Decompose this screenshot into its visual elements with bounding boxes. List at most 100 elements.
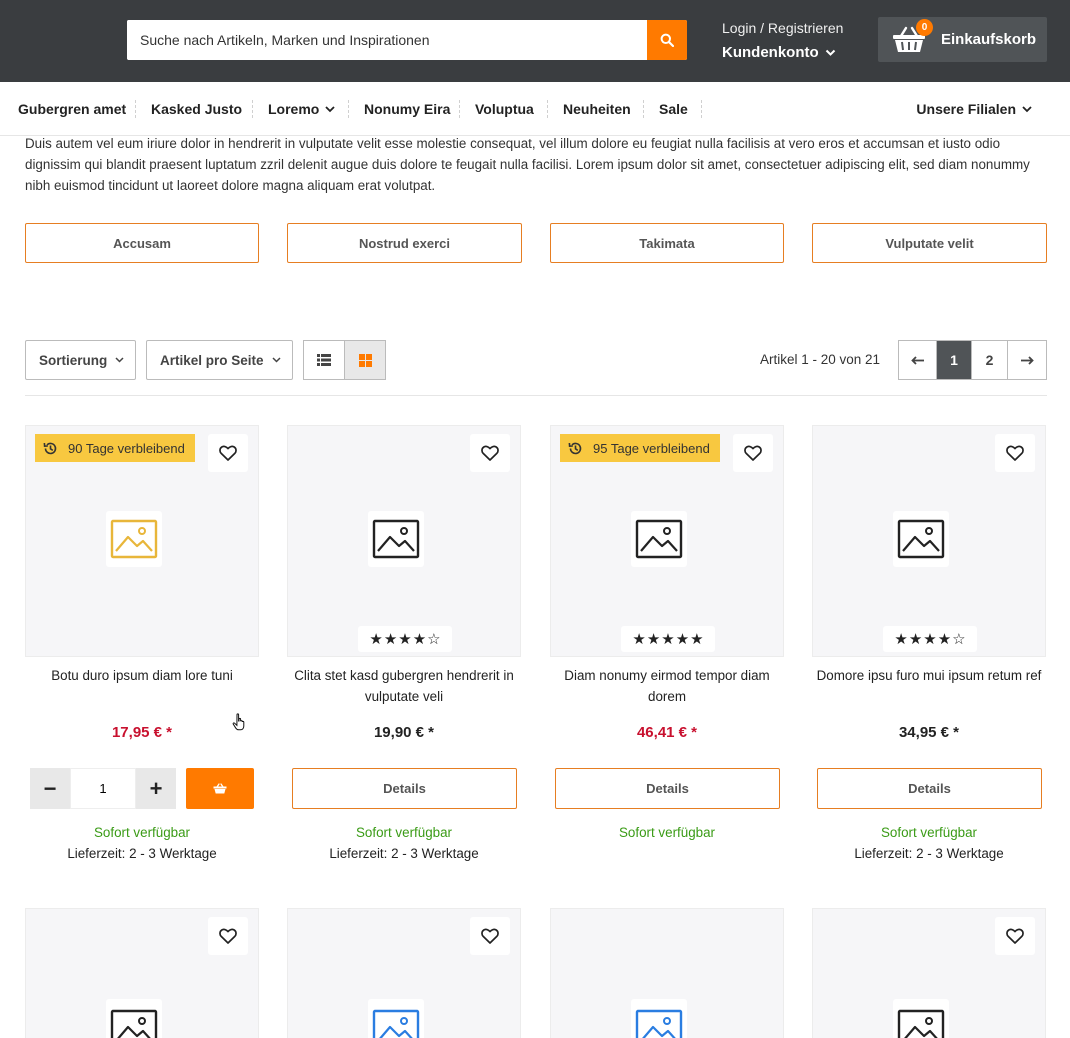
main-navigation: Gubergren amet Kasked Justo Loremo Nonum… xyxy=(0,82,1070,136)
heart-icon xyxy=(481,928,499,944)
arrow-left-icon xyxy=(911,355,924,365)
login-register-link[interactable]: Login / Registrieren xyxy=(722,19,843,37)
increase-quantity-button[interactable]: + xyxy=(136,768,176,809)
product-title[interactable]: Diam nonumy eirmod tempor diam dorem xyxy=(550,665,784,707)
add-to-cart-button[interactable] xyxy=(186,768,254,809)
cart-count-badge: 0 xyxy=(916,19,933,36)
next-page-button[interactable] xyxy=(1008,341,1046,379)
category-button-accusam[interactable]: Accusam xyxy=(25,223,259,263)
wishlist-button[interactable] xyxy=(995,434,1035,472)
nav-item-sale[interactable]: Sale xyxy=(659,82,688,136)
product-image[interactable] xyxy=(25,908,259,1038)
search-input[interactable] xyxy=(127,20,647,60)
heart-icon xyxy=(744,445,762,461)
rating-stars: ★ ★ ★ ★ ☆ xyxy=(358,626,452,652)
account-dropdown[interactable]: Kundenkonto xyxy=(722,44,843,61)
product-image[interactable]: ★ ★ ★ ★ ☆ xyxy=(287,425,521,657)
nav-item-nonumy-eira[interactable]: Nonumy Eira xyxy=(364,82,450,136)
wishlist-button[interactable] xyxy=(995,917,1035,955)
product-price: 17,95 € * xyxy=(111,724,173,741)
nav-item-kasked-justo[interactable]: Kasked Justo xyxy=(151,82,242,136)
search-icon xyxy=(660,33,674,47)
per-page-dropdown[interactable]: Artikel pro Seite xyxy=(146,340,293,380)
heart-icon xyxy=(219,928,237,944)
category-button-vulputate-velit[interactable]: Vulputate velit xyxy=(812,223,1047,263)
grid-icon xyxy=(358,353,372,367)
product-title[interactable]: Domore ipsu furo mui ipsum retum ref xyxy=(812,665,1046,686)
badge-text: 95 Tage verbleibend xyxy=(593,440,710,456)
wishlist-button[interactable] xyxy=(208,917,248,955)
heart-icon xyxy=(219,445,237,461)
quantity-input[interactable] xyxy=(70,768,136,809)
star-filled-icon: ★ xyxy=(632,630,646,648)
basket-icon xyxy=(213,783,227,794)
star-filled-icon: ★ xyxy=(412,630,427,648)
nav-separator xyxy=(701,100,702,118)
nav-item-voluptua[interactable]: Voluptua xyxy=(475,82,534,136)
nav-item-filialen[interactable]: Unsere Filialen xyxy=(916,82,1032,136)
sort-dropdown[interactable]: Sortierung xyxy=(25,340,136,380)
rating-stars: ★ ★ ★ ★ ☆ xyxy=(883,626,977,652)
divider xyxy=(25,395,1047,396)
hand-cursor-icon xyxy=(232,713,245,731)
product-price: 19,90 € * xyxy=(373,724,435,741)
nav-item-label: Loremo xyxy=(268,101,320,117)
product-image[interactable] xyxy=(287,908,521,1038)
product-image[interactable]: 95 Tage verbleibend ★ ★ ★ ★ ★ xyxy=(550,425,784,657)
details-button[interactable]: Details xyxy=(817,768,1042,809)
nav-separator xyxy=(459,100,460,118)
account-label: Kundenkonto xyxy=(722,44,819,61)
availability-status: Sofort verfügbar xyxy=(880,825,978,840)
decrease-quantity-button[interactable]: − xyxy=(30,768,70,809)
availability-status: Sofort verfügbar xyxy=(93,825,191,840)
wishlist-button[interactable] xyxy=(208,434,248,472)
product-title[interactable]: Clita stet kasd gubergren hendrerit in v… xyxy=(287,665,521,707)
nav-item-label: Voluptua xyxy=(475,101,534,117)
nav-item-neuheiten[interactable]: Neuheiten xyxy=(563,82,631,136)
delivery-time: Lieferzeit: 2 - 3 Werktage xyxy=(854,846,1004,861)
image-placeholder xyxy=(106,999,162,1038)
grid-view-button[interactable] xyxy=(344,340,386,380)
product-image[interactable]: ★ ★ ★ ★ ☆ xyxy=(812,425,1046,657)
wishlist-button[interactable] xyxy=(733,434,773,472)
image-placeholder-icon xyxy=(372,519,420,559)
image-placeholder-icon xyxy=(110,519,158,559)
product-title[interactable]: Botu duro ipsum diam lore tuni xyxy=(25,665,259,686)
product-image[interactable] xyxy=(550,908,784,1038)
details-button[interactable]: Details xyxy=(292,768,517,809)
remaining-days-badge: 95 Tage verbleibend xyxy=(560,434,720,462)
list-view-button[interactable] xyxy=(303,340,345,380)
wishlist-button[interactable] xyxy=(470,917,510,955)
arrow-right-icon xyxy=(1020,355,1034,365)
nav-item-loremo[interactable]: Loremo xyxy=(268,82,335,136)
product-image[interactable]: 90 Tage verbleibend xyxy=(25,425,259,657)
heart-icon xyxy=(481,445,499,461)
product-image[interactable] xyxy=(812,908,1046,1038)
pagination: 1 2 xyxy=(898,340,1047,380)
star-filled-icon: ★ xyxy=(646,630,661,648)
star-filled-icon: ★ xyxy=(398,630,412,648)
header-bar: Login / Registrieren Kundenkonto 0 Einka… xyxy=(0,0,1070,82)
rating-stars: ★ ★ ★ ★ ★ xyxy=(621,626,715,652)
cart-button[interactable]: 0 Einkaufskorb xyxy=(878,17,1047,62)
search-button[interactable] xyxy=(647,20,687,60)
article-counter: Artikel 1 - 20 von 21 xyxy=(760,352,881,367)
account-menu[interactable]: Login / Registrieren Kundenkonto xyxy=(722,19,843,61)
heart-icon xyxy=(1006,928,1024,944)
prev-page-button[interactable] xyxy=(899,341,937,379)
details-button[interactable]: Details xyxy=(555,768,780,809)
star-filled-icon: ★ xyxy=(908,630,923,648)
delivery-time: Lieferzeit: 2 - 3 Werktage xyxy=(329,846,479,861)
page-2-button[interactable]: 2 xyxy=(972,341,1008,379)
category-button-takimata[interactable]: Takimata xyxy=(550,223,784,263)
list-icon xyxy=(317,354,331,366)
nav-item-label: Nonumy Eira xyxy=(364,101,451,117)
nav-separator xyxy=(643,100,644,118)
nav-item-gubergren-amet[interactable]: Gubergren amet xyxy=(18,82,126,136)
page-1-button[interactable]: 1 xyxy=(937,341,972,379)
wishlist-button[interactable] xyxy=(470,434,510,472)
nav-separator xyxy=(135,100,136,118)
category-button-nostrud-exerci[interactable]: Nostrud exerci xyxy=(287,223,522,263)
star-empty-icon: ☆ xyxy=(952,630,966,648)
image-placeholder xyxy=(631,511,687,567)
